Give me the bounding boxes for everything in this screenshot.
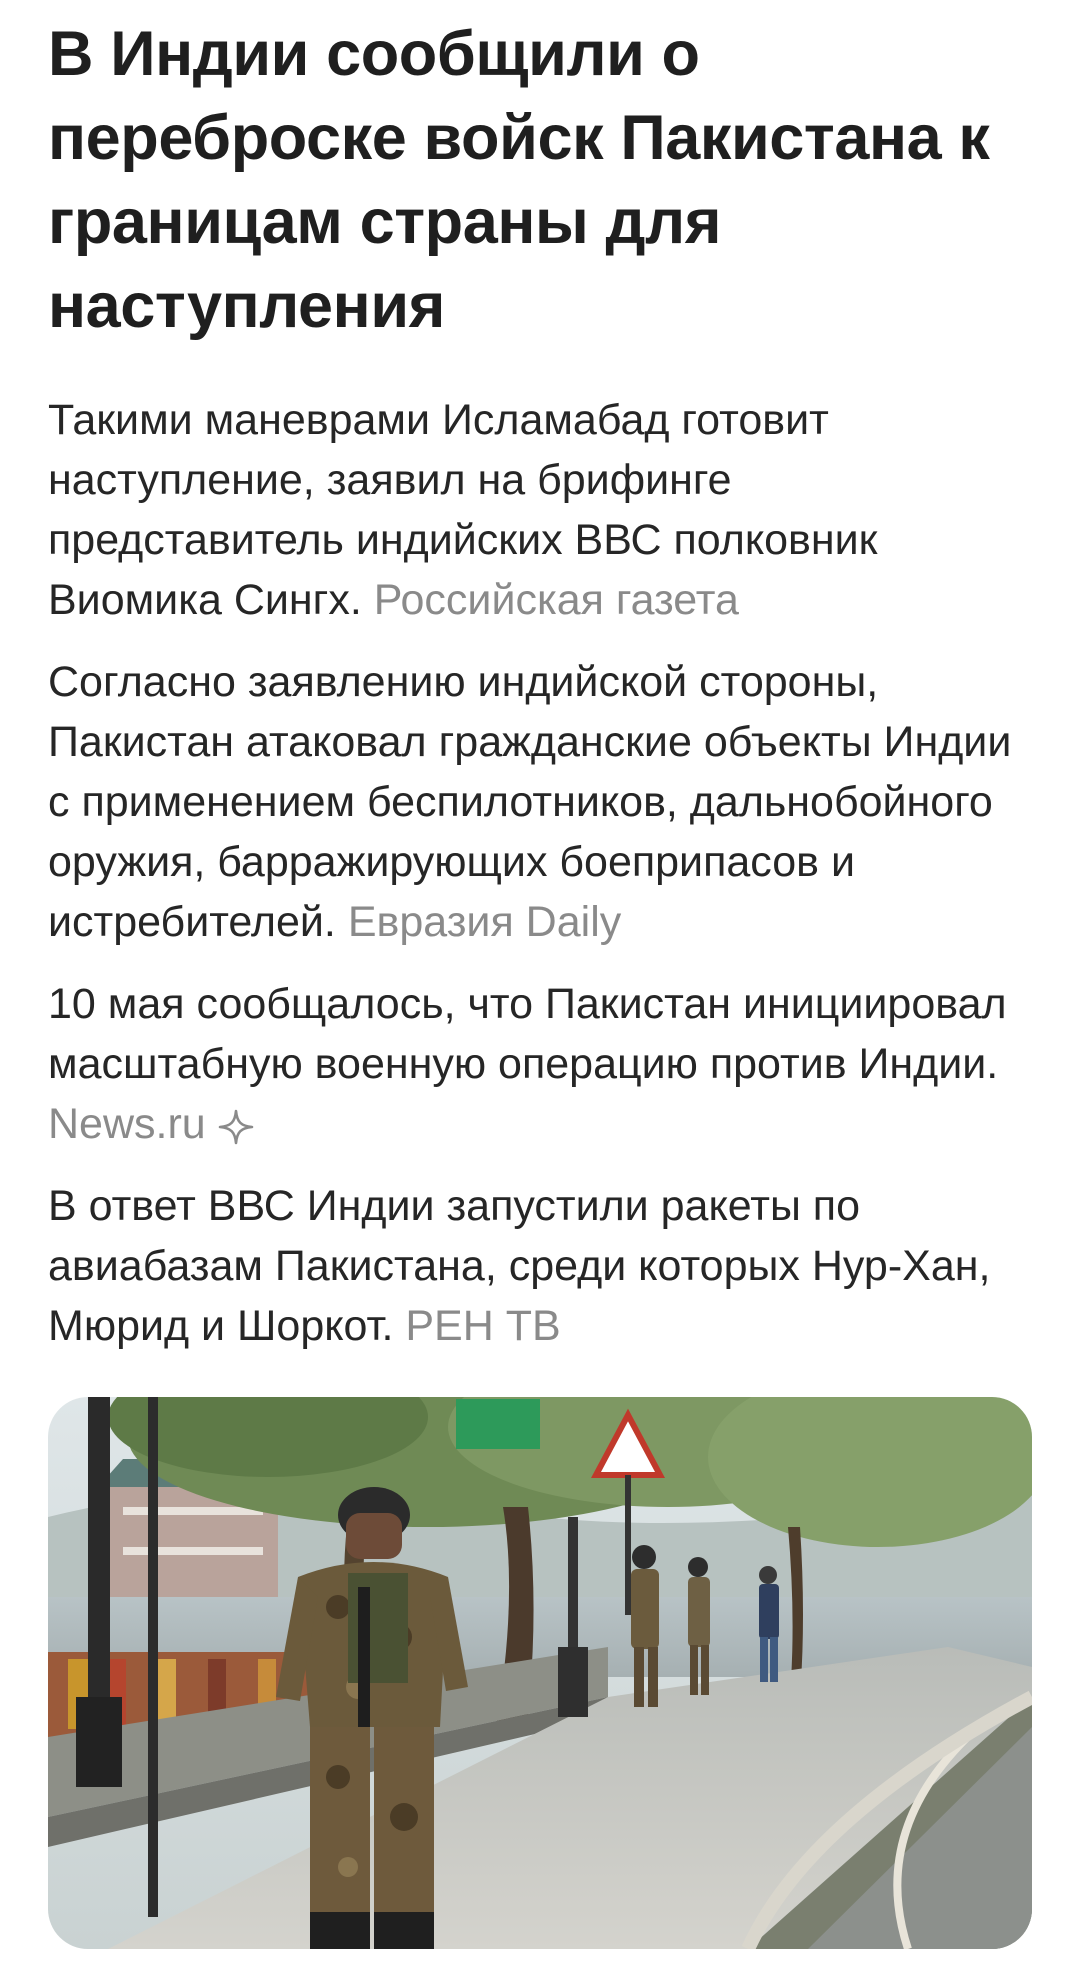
- summary-snippet: Согласно заявлению индийской стороны, Па…: [48, 652, 1032, 952]
- source-link[interactable]: Российская газета: [374, 576, 739, 624]
- article-headline: В Индии сообщили о переброске войск Паки…: [48, 19, 990, 341]
- source-link[interactable]: РЕН ТВ: [405, 1302, 560, 1350]
- photo-illustration: [48, 1397, 1032, 1949]
- summary-snippet: В ответ ВВС Индии запустили ракеты по ав…: [48, 1176, 1032, 1356]
- summary-snippet: Такими маневрами Исламабад готовит насту…: [48, 390, 1032, 630]
- source-link[interactable]: Евразия Daily: [348, 898, 621, 946]
- article-photo[interactable]: [48, 1397, 1032, 1949]
- sparkle-icon: [216, 1103, 256, 1144]
- source-link[interactable]: News.ru: [48, 1100, 206, 1148]
- summary-snippet: 10 мая сообщалось, что Пакистан иницииро…: [48, 974, 1032, 1154]
- snippet-text: 10 мая сообщалось, что Пакистан иницииро…: [48, 980, 1007, 1088]
